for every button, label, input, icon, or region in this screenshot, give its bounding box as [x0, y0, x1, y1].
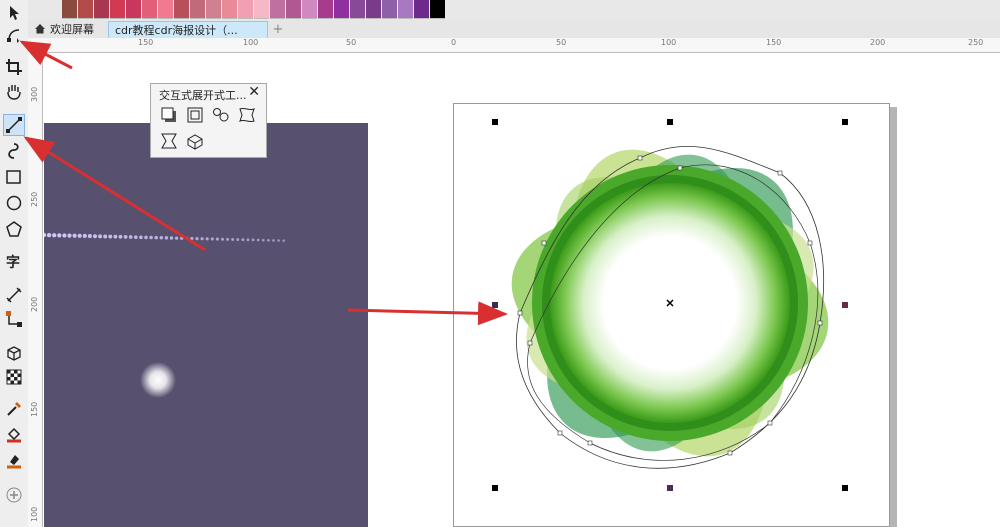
annotation-arrows: [19, 40, 508, 326]
